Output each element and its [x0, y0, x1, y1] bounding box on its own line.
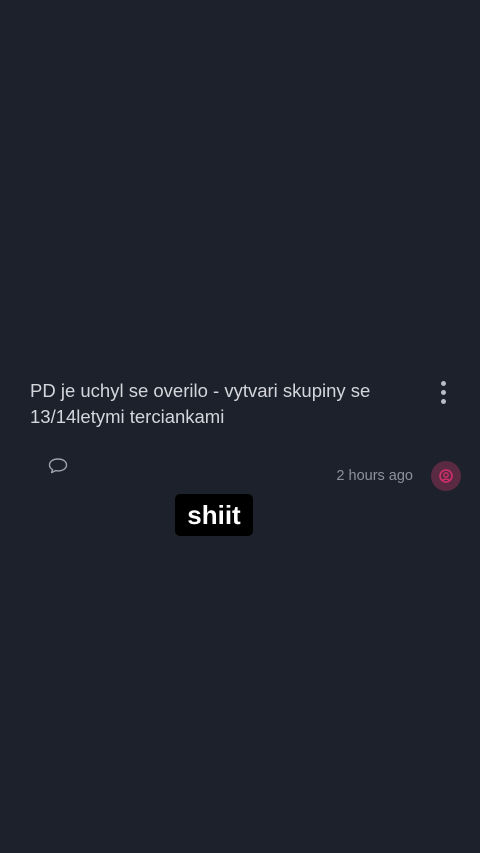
post-card[interactable]: PD je uchyl se overilo - vytvari skupiny…	[0, 366, 480, 496]
comment-icon	[48, 458, 68, 474]
post-timestamp: 2 hours ago	[336, 468, 413, 484]
caption-sticker: shiit	[175, 494, 253, 536]
more-vertical-icon	[440, 398, 446, 404]
post-title[interactable]: PD je uchyl se overilo - vytvari skupiny…	[30, 378, 415, 430]
more-vertical-icon	[440, 380, 446, 386]
more-options-button[interactable]	[430, 378, 456, 406]
avatar-icon	[439, 469, 453, 483]
comment-button[interactable]	[47, 456, 69, 476]
more-vertical-icon	[440, 389, 446, 395]
author-avatar[interactable]	[431, 461, 461, 491]
